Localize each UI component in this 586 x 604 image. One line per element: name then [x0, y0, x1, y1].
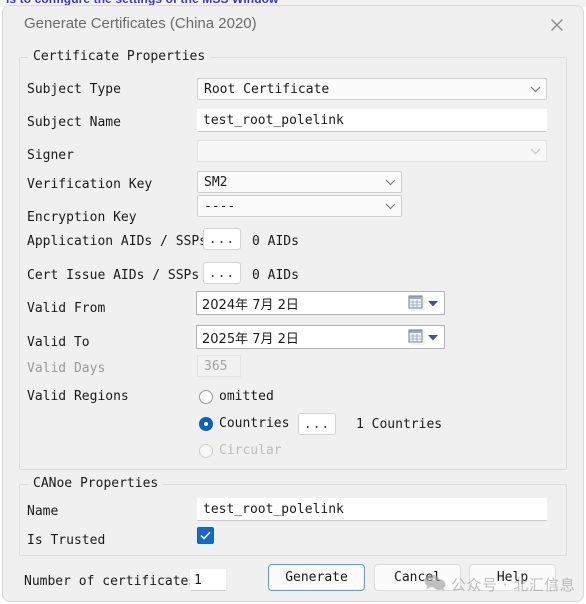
valid-regions-option-circular-label: Circular: [219, 443, 282, 458]
countries-browse-button[interactable]: ...: [298, 413, 336, 435]
application-aids-browse-button[interactable]: ...: [203, 228, 241, 250]
help-button[interactable]: Help: [469, 564, 556, 591]
valid-regions-option-omitted-label: omitted: [219, 389, 274, 404]
calendar-icon: [408, 329, 425, 345]
application-aids-count: 0 AIDs: [252, 234, 299, 249]
close-icon[interactable]: [535, 8, 579, 41]
valid-days-label: Valid Days: [27, 361, 106, 376]
valid-regions-option-circular: Circular: [199, 443, 282, 458]
subject-type-label: Subject Type: [27, 82, 121, 97]
is-trusted-checkbox[interactable]: [197, 527, 214, 544]
generate-certificates-dialog: Generate Certificates (China 2020) Certi…: [2, 5, 584, 602]
valid-to-datefield[interactable]: 2025年 7月 2日: [196, 325, 445, 349]
certificate-properties-group-title: Certificate Properties: [28, 49, 211, 64]
valid-regions-label: Valid Regions: [27, 389, 129, 404]
chevron-down-icon: [524, 86, 546, 93]
signer-combo[interactable]: [197, 140, 547, 162]
valid-regions-option-countries[interactable]: Countries: [199, 416, 289, 431]
date-dropdown-arrow-icon[interactable]: [426, 334, 440, 341]
chevron-down-icon: [524, 148, 546, 155]
subject-name-label: Subject Name: [27, 115, 121, 130]
valid-regions-option-omitted[interactable]: omitted: [199, 389, 274, 404]
dialog-titlebar: Generate Certificates (China 2020): [3, 6, 583, 44]
number-of-certificates-input[interactable]: 1: [190, 569, 226, 591]
valid-from-label: Valid From: [27, 301, 106, 316]
verification-key-combo[interactable]: SM2: [197, 171, 402, 193]
generate-button[interactable]: Generate: [268, 564, 365, 591]
cert-issue-aids-count: 0 AIDs: [252, 268, 299, 283]
valid-days-field: 365: [197, 355, 241, 377]
subject-name-input[interactable]: test_root_polelink: [197, 109, 547, 132]
signer-label: Signer: [27, 148, 74, 163]
encryption-key-combo[interactable]: ----: [197, 195, 402, 217]
valid-days-value: 365: [204, 358, 228, 374]
check-icon: [200, 531, 211, 540]
subject-type-combo[interactable]: Root Certificate: [197, 78, 547, 100]
chevron-down-icon: [379, 203, 401, 210]
subject-type-value: Root Certificate: [204, 81, 330, 97]
verification-key-label: Verification Key: [27, 177, 153, 192]
dialog-title: Generate Certificates (China 2020): [24, 15, 257, 32]
valid-from-datefield[interactable]: 2024年 7月 2日: [196, 291, 445, 315]
number-of-certificates-label: Number of certificates: [24, 574, 197, 589]
is-trusted-label: Is Trusted: [27, 533, 106, 548]
calendar-icon: [408, 295, 425, 311]
radio-icon: [199, 443, 213, 458]
valid-to-label: Valid To: [27, 335, 90, 350]
canoe-name-label: Name: [27, 504, 59, 519]
valid-to-value: 2025年 7月 2日: [202, 331, 299, 347]
cert-issue-aids-label: Cert Issue AIDs / SSPs: [27, 268, 200, 283]
valid-regions-option-countries-label: Countries: [219, 416, 290, 431]
chevron-down-icon: [379, 179, 401, 186]
encryption-key-value: ----: [204, 198, 236, 214]
canoe-properties-group-title: CANoe Properties: [28, 476, 164, 491]
canoe-name-input[interactable]: test_root_polelink: [197, 498, 547, 521]
number-of-certificates-value: 1: [194, 572, 202, 588]
application-aids-label: Application AIDs / SSPs: [27, 234, 208, 249]
date-dropdown-arrow-icon[interactable]: [426, 300, 440, 307]
radio-icon: [199, 416, 213, 431]
valid-from-value: 2024年 7月 2日: [202, 297, 299, 313]
verification-key-value: SM2: [204, 174, 228, 190]
canoe-name-value: test_root_polelink: [203, 502, 344, 517]
screenshot-root: is to configure the settings of the MSS …: [0, 0, 586, 604]
cert-issue-aids-browse-button[interactable]: ...: [203, 262, 241, 284]
radio-icon: [199, 389, 213, 404]
countries-count: 1 Countries: [356, 417, 443, 432]
cancel-button[interactable]: Cancel: [374, 564, 461, 591]
subject-name-value: test_root_polelink: [203, 113, 344, 128]
encryption-key-label: Encryption Key: [27, 210, 137, 225]
